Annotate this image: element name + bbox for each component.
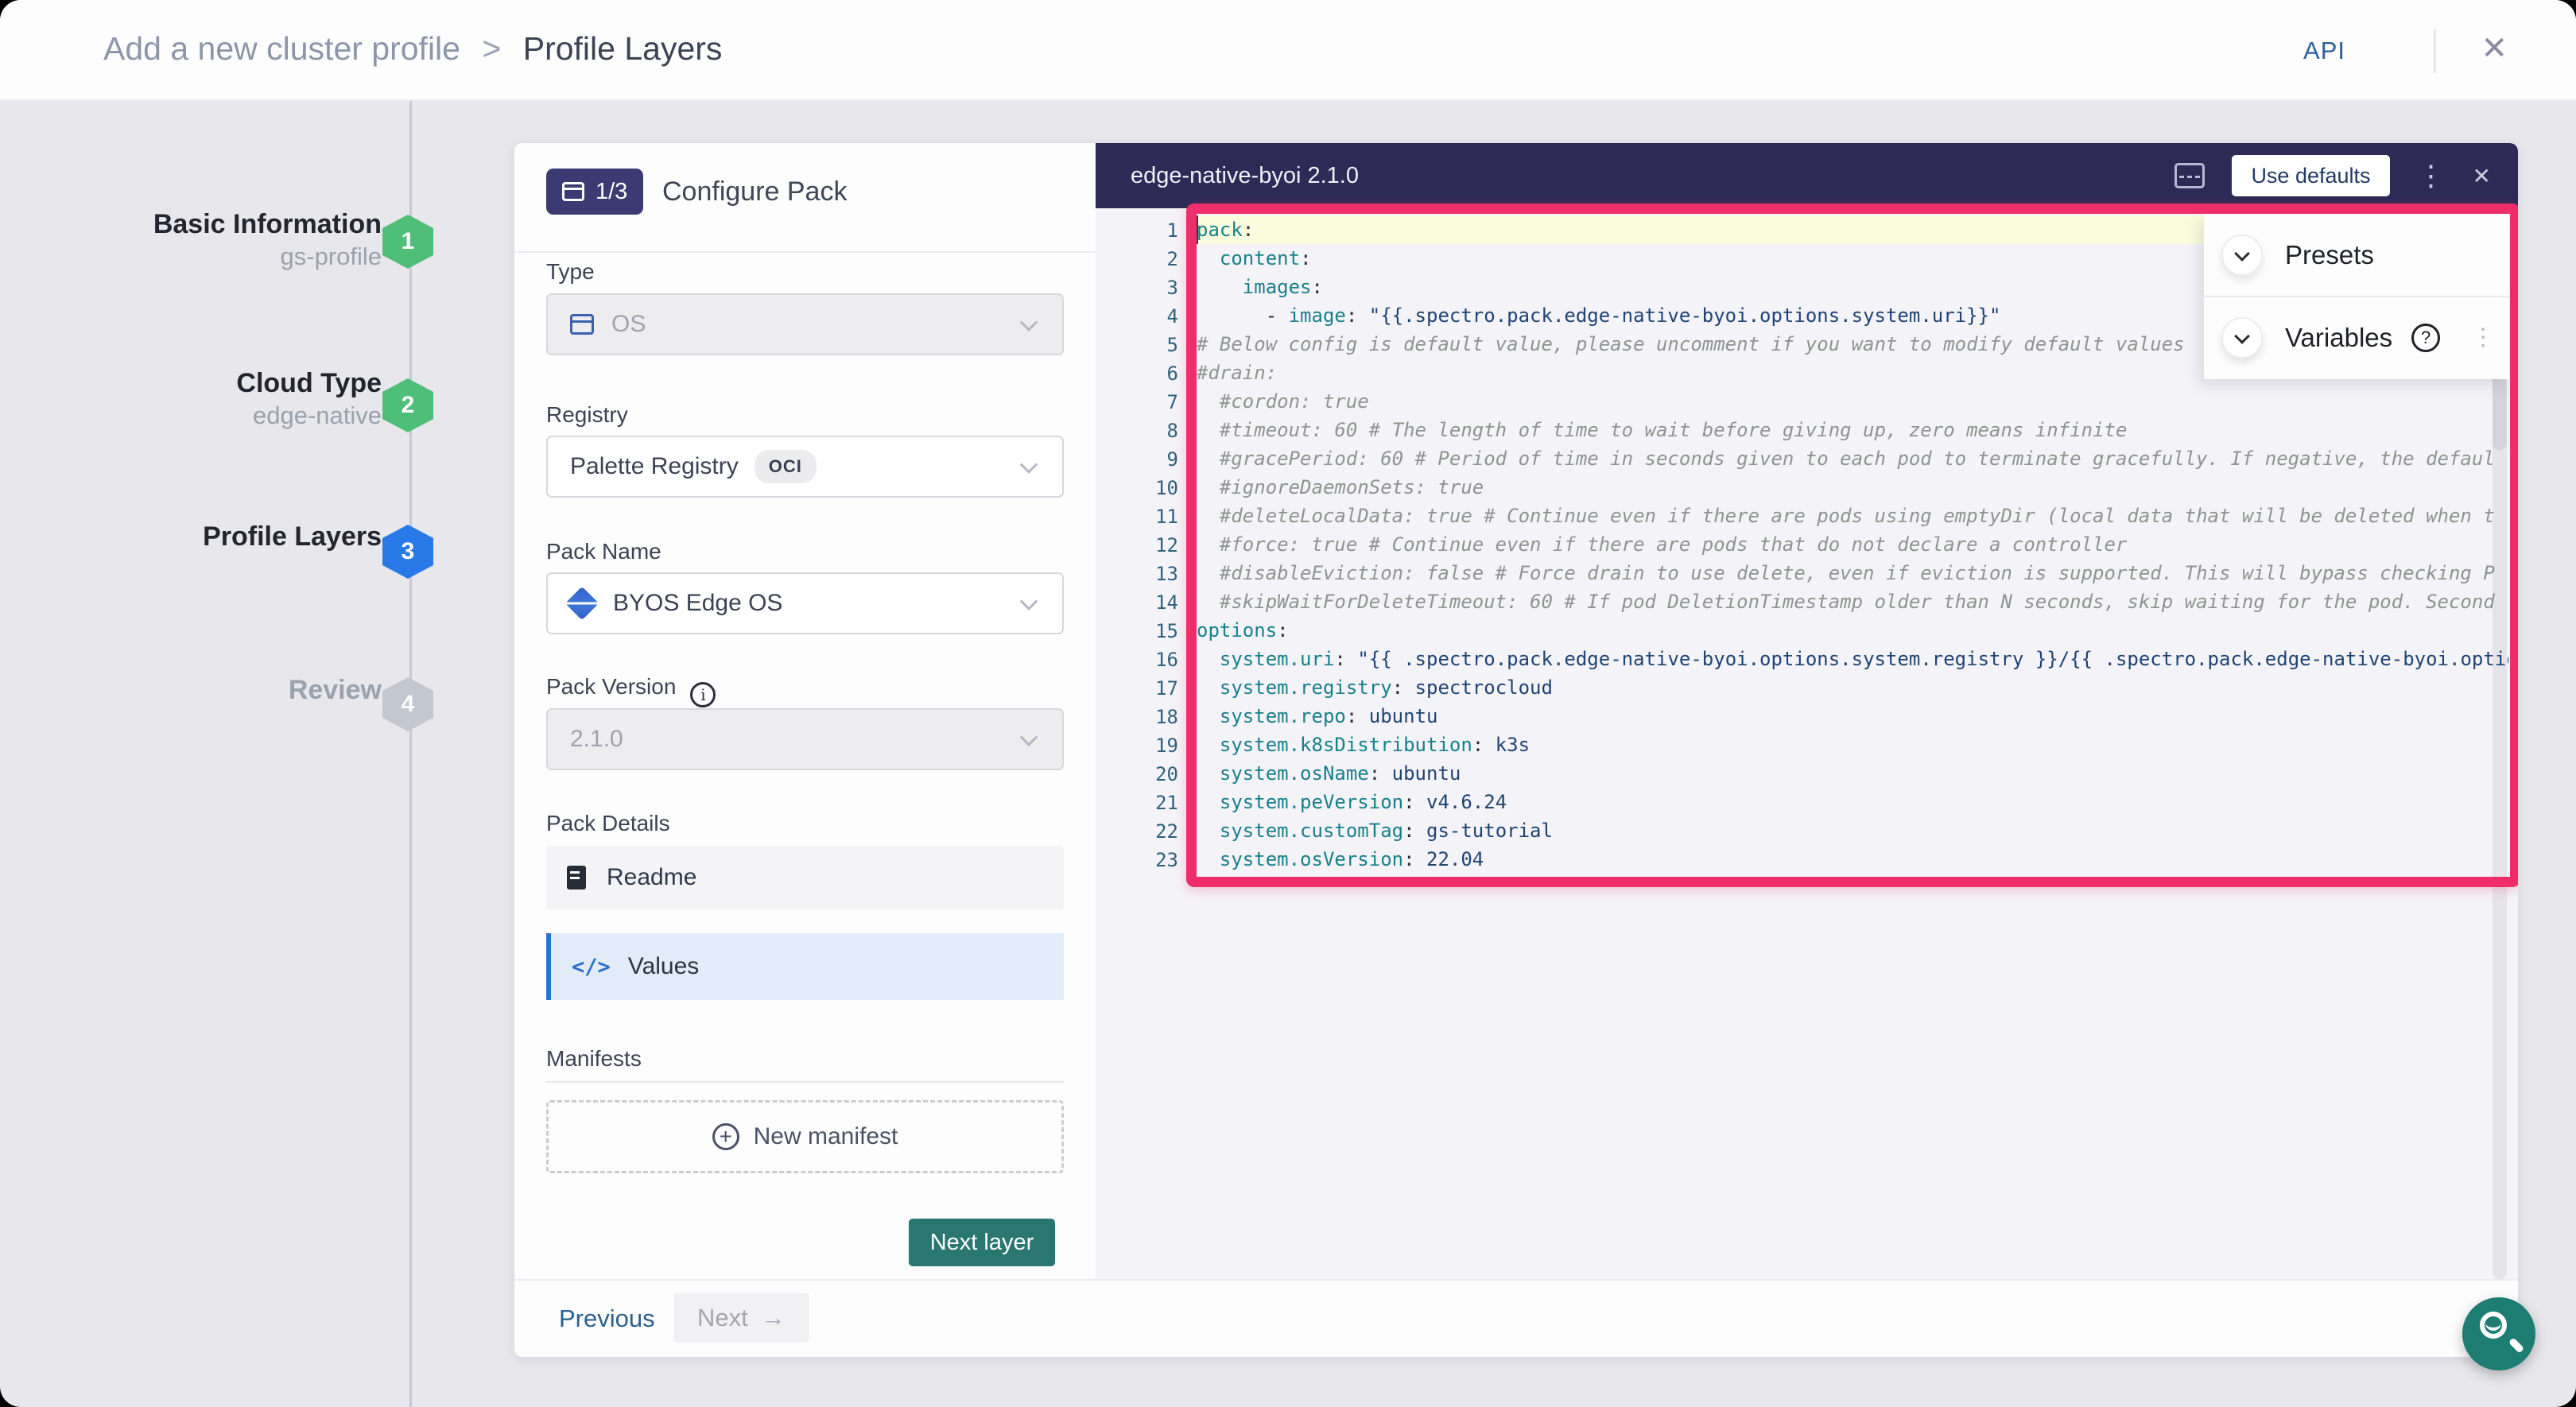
main-card: 1/3 Configure Pack Type OS Registry Pale… <box>514 143 2518 1357</box>
step-title: Profile Layers <box>95 521 382 552</box>
editor-close-icon[interactable]: ✕ <box>2473 163 2491 189</box>
next-layer-button[interactable]: Next layer <box>909 1219 1055 1266</box>
close-icon[interactable]: ✕ <box>2481 30 2508 67</box>
pack-name-select[interactable]: BYOS Edge OS <box>546 572 1064 634</box>
manifests-label: Manifests <box>546 1046 642 1072</box>
configure-pack-panel: 1/3 Configure Pack Type OS Registry Pale… <box>514 143 1096 1279</box>
breadcrumb-parent-link[interactable]: Add a new cluster profile <box>103 30 460 67</box>
pack-values-editor: edge-native-byoi 2.1.0 Use defaults ⋮ ✕ … <box>1096 143 2518 1279</box>
info-icon[interactable]: i <box>690 682 716 707</box>
manifests-divider <box>546 1081 1064 1083</box>
breadcrumb-separator: > <box>482 30 501 67</box>
page-title: Profile Layers <box>523 30 723 67</box>
next-label: Next <box>697 1304 748 1332</box>
document-icon <box>567 866 586 890</box>
step-badge-4[interactable]: 4 <box>382 677 433 731</box>
app-window: Add a new cluster profile > Profile Laye… <box>0 0 2576 1407</box>
step-subtitle: edge-native <box>95 399 382 432</box>
pack-step-badge: 1/3 <box>546 169 643 215</box>
presets-row[interactable]: Presets <box>2204 214 2509 296</box>
registry-value: Palette Registry <box>570 453 739 480</box>
chevron-down-icon <box>1020 592 1038 610</box>
chevron-down-icon <box>1020 313 1038 331</box>
stepper-line <box>409 101 412 1407</box>
presets-chevron-icon[interactable] <box>2221 234 2263 276</box>
step-subtitle: gs-profile <box>95 240 382 273</box>
step-title: Cloud Type <box>95 367 382 399</box>
variables-chevron-icon[interactable] <box>2221 317 2263 359</box>
search-fab-button[interactable] <box>2462 1297 2535 1370</box>
values-tab[interactable]: </> Values <box>546 933 1064 1000</box>
variables-row[interactable]: Variables ? ⋮ <box>2204 296 2509 378</box>
plus-icon: + <box>712 1123 739 1150</box>
configure-pack-header: 1/3 Configure Pack <box>514 143 1096 253</box>
pack-version-select[interactable]: 2.1.0 <box>546 708 1064 770</box>
registry-select[interactable]: Palette Registry OCI <box>546 436 1064 498</box>
step-badge-1[interactable]: 1 <box>382 215 433 269</box>
os-type-icon <box>570 314 594 335</box>
oci-badge: OCI <box>755 450 817 483</box>
step-title: Basic Information <box>95 208 382 240</box>
presets-variables-panel: Presets Variables ? ⋮ <box>2204 214 2509 379</box>
split-view-icon[interactable] <box>2174 163 2205 188</box>
header-divider <box>2434 29 2436 73</box>
pack-version-label: Pack Versioni <box>546 674 716 707</box>
readme-tab[interactable]: Readme <box>546 846 1064 909</box>
values-label: Values <box>628 953 700 980</box>
use-defaults-button[interactable]: Use defaults <box>2232 155 2389 196</box>
breadcrumb: Add a new cluster profile > Profile Laye… <box>103 30 722 68</box>
editor-header: edge-native-byoi 2.1.0 Use defaults ⋮ ✕ <box>1096 143 2518 208</box>
readme-label: Readme <box>607 864 696 891</box>
editor-body: 1234567891011121314151617181920212223 pa… <box>1096 208 2518 1279</box>
pack-name-label: Pack Name <box>546 539 661 564</box>
registry-label: Registry <box>546 402 628 428</box>
code-gutter: 1234567891011121314151617181920212223 <box>1096 216 1178 874</box>
pack-version-value: 2.1.0 <box>570 726 623 753</box>
type-value: OS <box>611 311 646 338</box>
step-badge-3[interactable]: 3 <box>382 525 433 579</box>
top-header: Add a new cluster profile > Profile Laye… <box>0 0 2576 101</box>
help-icon[interactable]: ? <box>2411 324 2440 352</box>
type-select[interactable]: OS <box>546 293 1064 355</box>
next-button[interactable]: Next → <box>673 1293 809 1343</box>
variables-kebab-icon[interactable]: ⋮ <box>2471 331 2495 344</box>
configure-pack-title: Configure Pack <box>662 176 847 207</box>
step-badge-2[interactable]: 2 <box>382 378 433 432</box>
new-manifest-label: New manifest <box>754 1123 898 1150</box>
chevron-down-icon <box>1020 455 1038 474</box>
byos-logo-icon <box>565 587 599 620</box>
presets-label: Presets <box>2285 240 2374 270</box>
new-manifest-button[interactable]: + New manifest <box>546 1100 1064 1173</box>
previous-button[interactable]: Previous <box>559 1304 655 1333</box>
variables-label: Variables <box>2285 323 2392 353</box>
chevron-down-icon <box>1020 728 1038 746</box>
pack-details-label: Pack Details <box>546 811 670 836</box>
type-label: Type <box>546 259 595 285</box>
wizard-footer: Previous Next → <box>514 1279 2518 1357</box>
pack-step-count: 1/3 <box>596 179 627 205</box>
step-title: Review <box>95 674 382 706</box>
editor-kebab-icon[interactable]: ⋮ <box>2417 161 2446 190</box>
editor-title: edge-native-byoi 2.1.0 <box>1131 163 1359 189</box>
code-icon: </> <box>572 955 611 979</box>
pack-icon <box>562 182 584 201</box>
pack-name-value: BYOS Edge OS <box>613 590 782 617</box>
arrow-right-icon: → <box>761 1304 786 1332</box>
api-link[interactable]: API <box>2303 37 2345 65</box>
